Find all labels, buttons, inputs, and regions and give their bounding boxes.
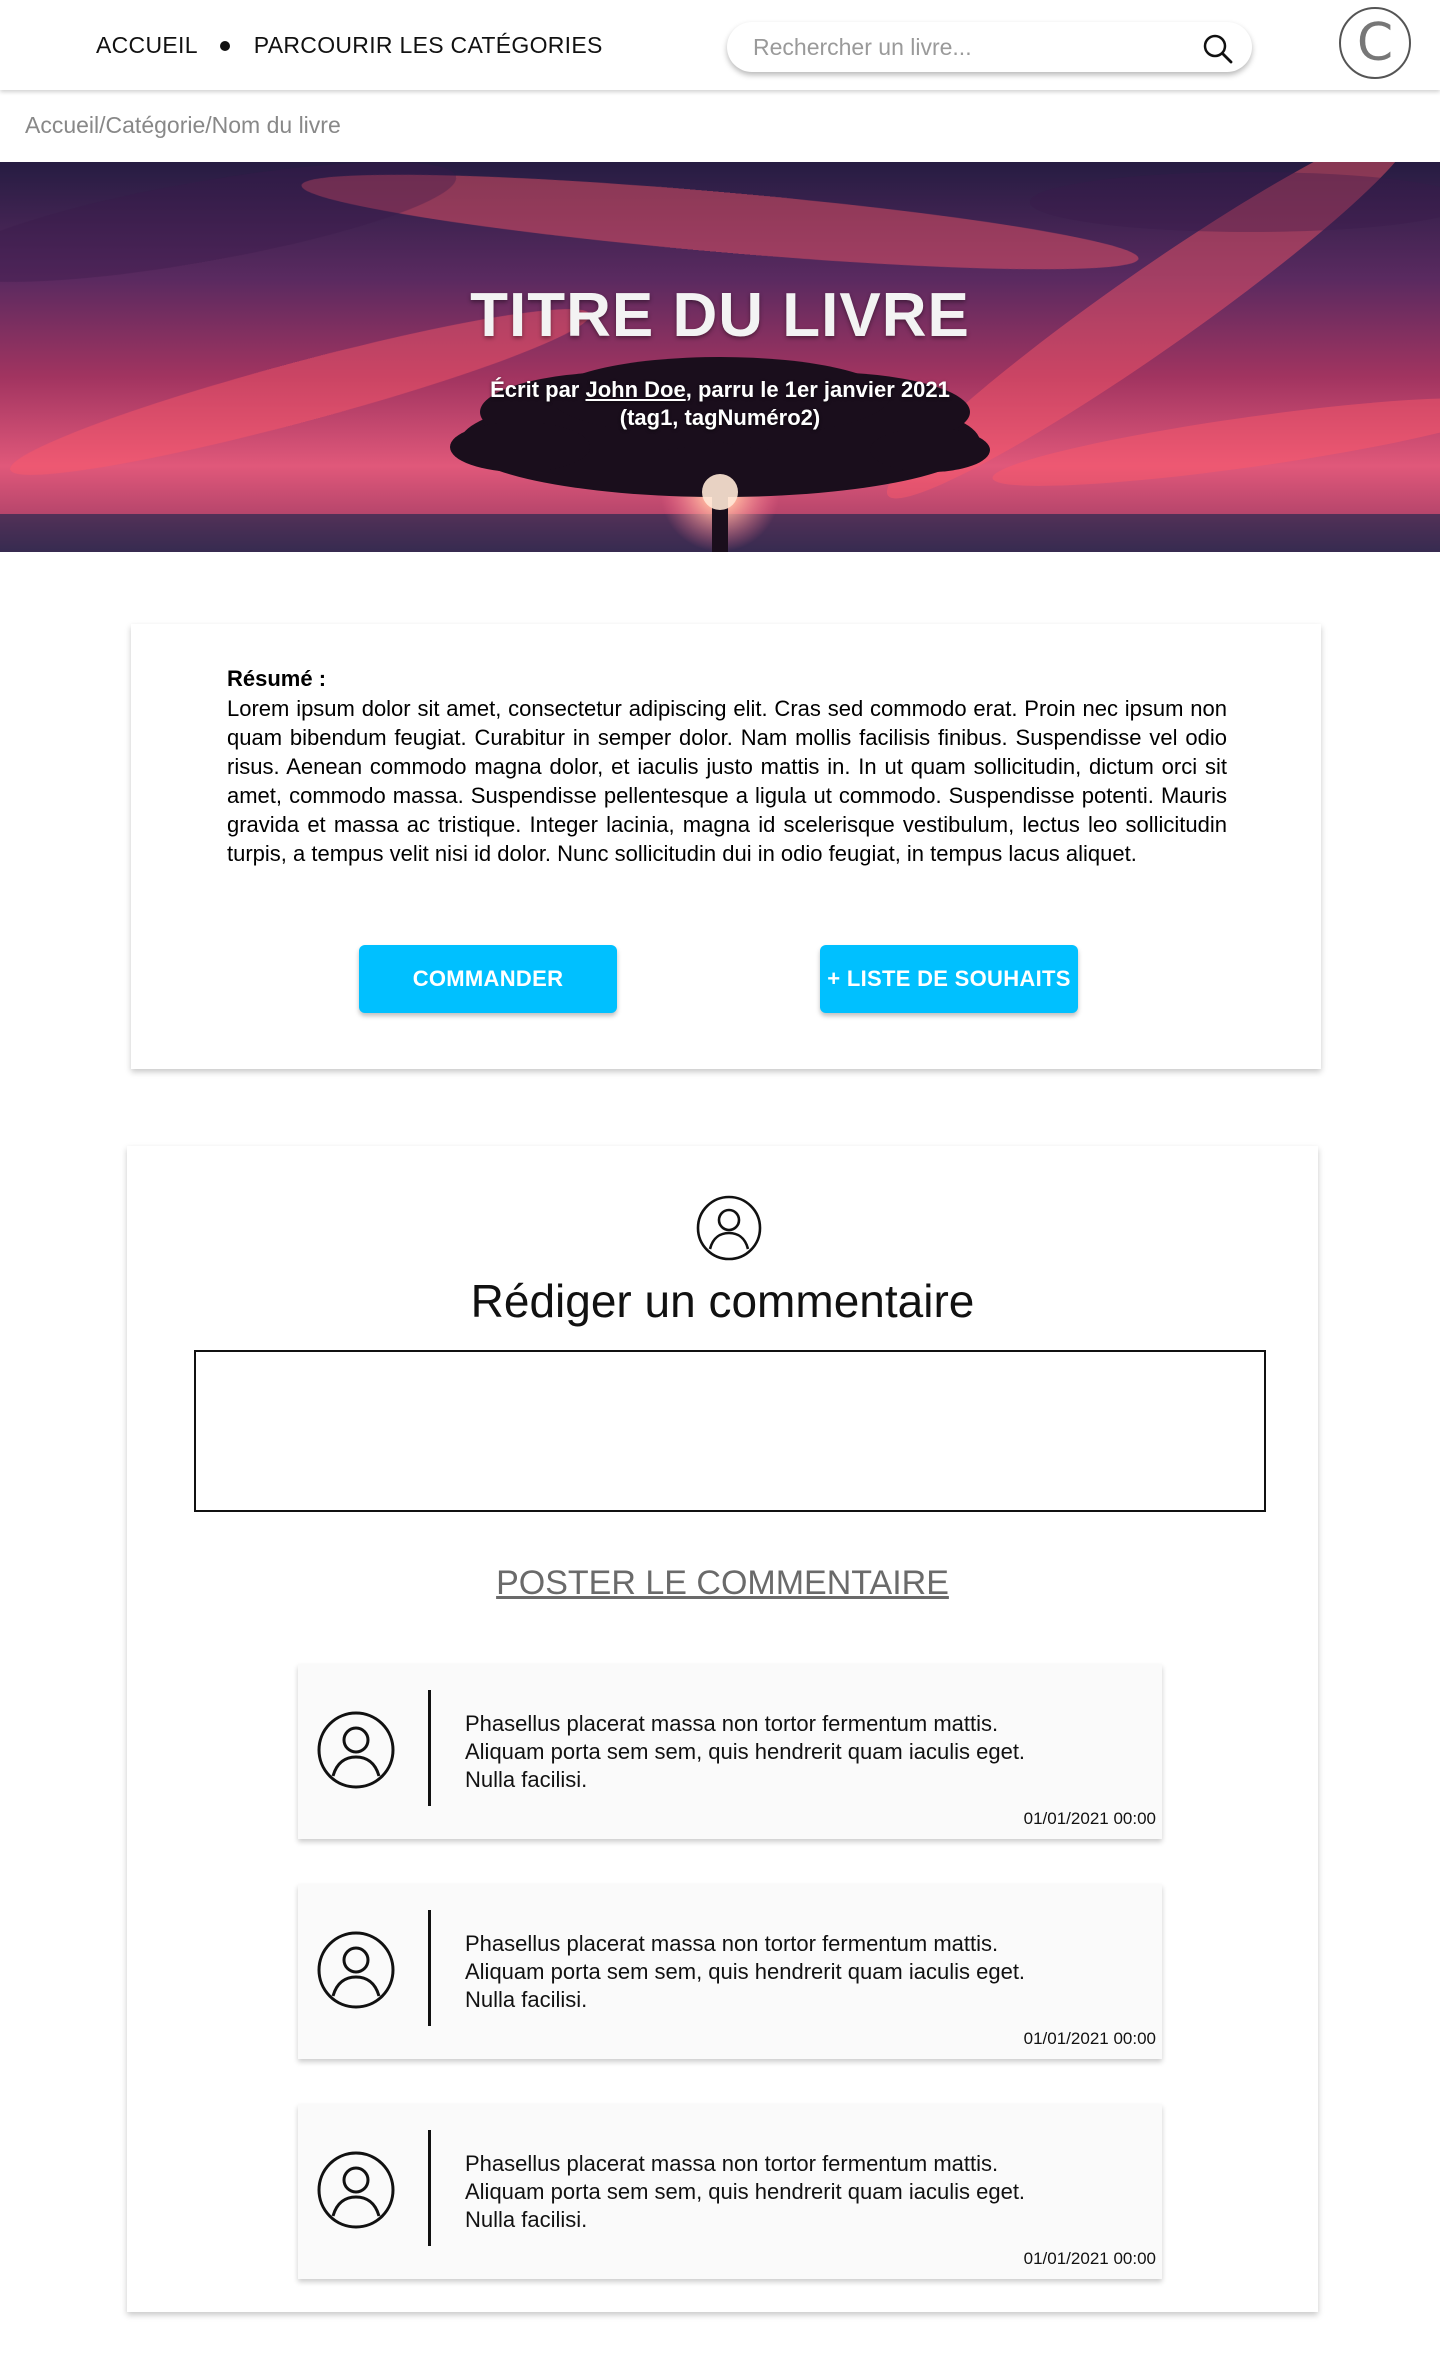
comment-date: 01/01/2021 00:00 bbox=[1023, 1809, 1156, 1828]
comment-line: Phasellus placerat massa non tortor ferm… bbox=[465, 2151, 999, 2176]
comment-line: Nulla facilisi. bbox=[465, 2207, 588, 2232]
order-button[interactable]: COMMANDER bbox=[359, 945, 617, 1013]
copyright-logo[interactable]: C bbox=[1339, 7, 1411, 79]
comment-textarea[interactable] bbox=[194, 1350, 1266, 1512]
add-to-wishlist-button[interactable]: + LISTE DE SOUHAITS bbox=[820, 945, 1078, 1013]
comment-line: Nulla facilisi. bbox=[465, 1767, 588, 1792]
comment-date: 01/01/2021 00:00 bbox=[1023, 2249, 1156, 2268]
comments-card: Rédiger un commentaire POSTER LE COMMENT… bbox=[127, 1146, 1318, 2312]
book-byline: Écrit par John Doe, parru le 1er janvier… bbox=[0, 376, 1440, 404]
top-bar: ACCUEIL PARCOURIR LES CATÉGORIES C bbox=[0, 0, 1440, 90]
book-tags: (tag1, tagNuméro2) bbox=[619, 405, 821, 430]
book-title: TITRE DU LIVRE bbox=[470, 281, 970, 350]
summary-card: Résumé : Lorem ipsum dolor sit amet, con… bbox=[131, 624, 1321, 1069]
comment-line: Phasellus placerat massa non tortor ferm… bbox=[465, 1711, 999, 1736]
user-circle-icon bbox=[317, 1711, 395, 1789]
breadcrumb[interactable]: Accueil/Catégorie/Nom du livre bbox=[25, 112, 341, 139]
book-meta: Écrit par John Doe, parru le 1er janvier… bbox=[0, 376, 1440, 432]
user-circle-icon bbox=[696, 1195, 762, 1261]
comment-line: Aliquam porta sem sem, quis hendrerit qu… bbox=[465, 1739, 1026, 1764]
summary-label: Résumé : bbox=[227, 666, 327, 691]
comment-divider bbox=[428, 1910, 431, 2026]
main-nav: ACCUEIL PARCOURIR LES CATÉGORIES bbox=[96, 32, 603, 59]
post-comment-button[interactable]: POSTER LE COMMENTAIRE bbox=[127, 1564, 1318, 1603]
hero-banner: TITRE DU LIVRE Écrit par John Doe, parru… bbox=[0, 162, 1440, 552]
search-input[interactable] bbox=[753, 22, 1173, 72]
comment-text: Phasellus placerat massa non tortor ferm… bbox=[465, 2150, 1125, 2234]
comment-text: Phasellus placerat massa non tortor ferm… bbox=[465, 1710, 1125, 1794]
nav-categories-link[interactable]: PARCOURIR LES CATÉGORIES bbox=[254, 32, 603, 59]
search-bar bbox=[727, 22, 1252, 72]
publication-date: , parru le 1er janvier 2021 bbox=[685, 377, 950, 402]
comment-text: Phasellus placerat massa non tortor ferm… bbox=[465, 1930, 1125, 2014]
author-link[interactable]: John Doe bbox=[585, 377, 685, 402]
comment-item: Phasellus placerat massa non tortor ferm… bbox=[298, 1884, 1162, 2059]
written-by-label: Écrit par bbox=[490, 377, 586, 402]
nav-home-link[interactable]: ACCUEIL bbox=[96, 32, 198, 59]
search-icon[interactable] bbox=[1202, 33, 1234, 65]
comment-line: Aliquam porta sem sem, quis hendrerit qu… bbox=[465, 2179, 1026, 2204]
comment-line: Nulla facilisi. bbox=[465, 1987, 588, 2012]
comment-divider bbox=[428, 2130, 431, 2246]
comment-line: Phasellus placerat massa non tortor ferm… bbox=[465, 1931, 999, 1956]
write-comment-title: Rédiger un commentaire bbox=[470, 1275, 975, 1327]
nav-separator-dot bbox=[219, 40, 230, 51]
user-circle-icon bbox=[317, 1931, 395, 2009]
comment-date: 01/01/2021 00:00 bbox=[1023, 2029, 1156, 2048]
user-circle-icon bbox=[317, 2151, 395, 2229]
comment-line: Aliquam porta sem sem, quis hendrerit qu… bbox=[465, 1959, 1026, 1984]
hero-background-image bbox=[0, 162, 1440, 552]
comment-item: Phasellus placerat massa non tortor ferm… bbox=[298, 2104, 1162, 2279]
summary-text: Lorem ipsum dolor sit amet, consectetur … bbox=[227, 696, 1227, 866]
comment-item: Phasellus placerat massa non tortor ferm… bbox=[298, 1664, 1162, 1839]
comment-divider bbox=[428, 1690, 431, 1806]
